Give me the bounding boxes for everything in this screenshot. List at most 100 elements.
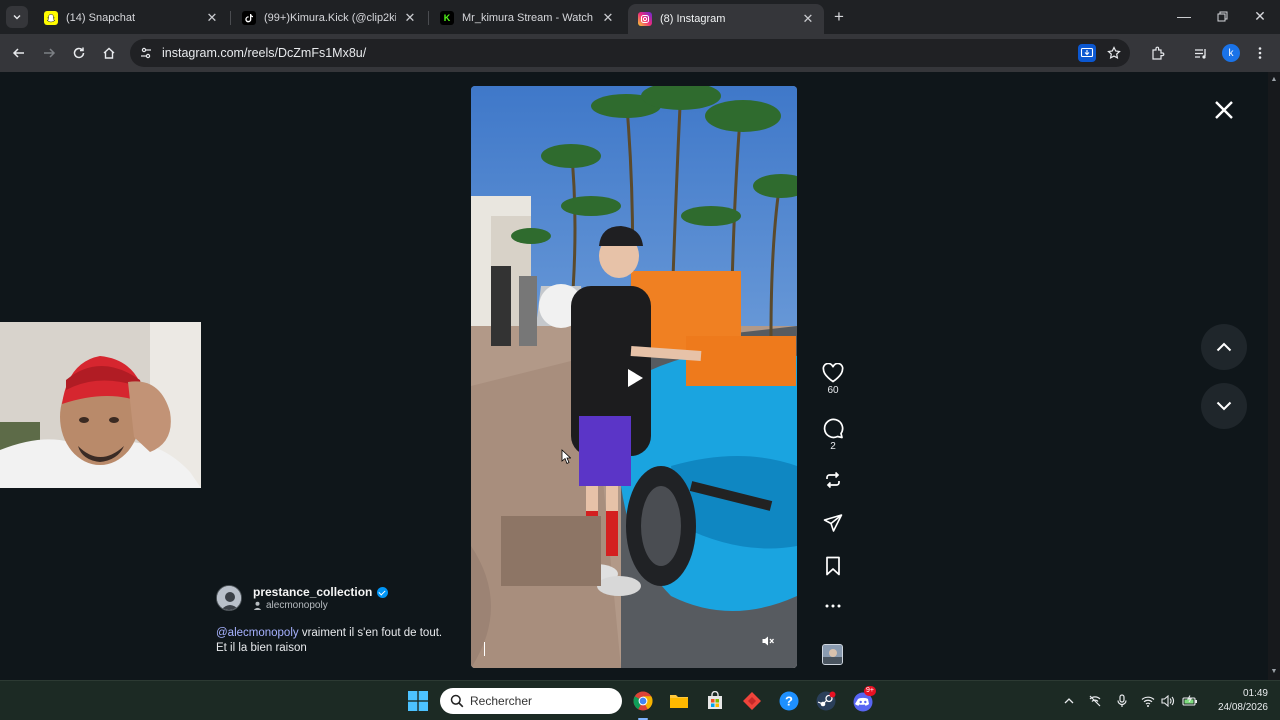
comment-count: 2 [830,441,836,452]
ms-store-button[interactable] [703,689,727,713]
tab-kick[interactable]: K Mr_kimura Stream - Watch Live ✕ [430,4,624,32]
search-icon [450,694,464,708]
file-explorer-button[interactable] [667,689,691,713]
scroll-up-arrow-icon[interactable]: ▲ [1270,76,1278,84]
home-button[interactable] [98,42,120,64]
install-app-icon[interactable] [1078,44,1096,62]
bookmark-icon [826,556,840,576]
author-username[interactable]: prestance_collection [253,585,372,599]
more-dots-icon [825,604,841,608]
close-reel-button[interactable] [1210,96,1238,124]
close-tab-icon[interactable]: ✕ [402,10,418,26]
caption-mention[interactable]: @alecmonopoly [216,627,299,639]
arrow-left-icon [12,48,24,58]
tab-title: (99+)Kimura.Kick (@clip2kimura [264,12,396,24]
collaborator-username[interactable]: alecmonopoly [266,600,328,611]
wifi-icon[interactable] [1140,693,1156,709]
webcam-overlay [0,322,201,488]
close-window-button[interactable]: ✕ [1242,4,1278,28]
taskbar-search[interactable]: Rechercher [440,688,622,714]
search-placeholder: Rechercher [470,694,533,708]
tab-title: (14) Snapchat [66,12,136,24]
discord-button[interactable]: 9+ [851,686,876,713]
anydesk-button[interactable] [740,689,764,713]
author-avatar[interactable] [216,585,242,611]
profile-avatar[interactable]: k [1222,44,1240,62]
heart-icon [822,363,844,383]
windows-taskbar: Rechercher ? 9+ 01:49 24/08/2026 [0,680,1280,720]
bookmark-star-icon[interactable] [1105,44,1123,62]
reel-caption: @alecmonopoly vraiment il s'en fout de t… [216,626,446,656]
windows-logo-icon [408,691,428,711]
steam-button[interactable] [814,689,838,713]
battery-charging-icon[interactable] [1182,693,1198,709]
chevron-down-icon [1216,401,1232,411]
site-info-icon[interactable] [138,45,154,61]
microphone-icon[interactable] [1114,693,1130,709]
tab-search-button[interactable] [6,6,28,28]
previous-reel-button[interactable] [1201,324,1247,370]
show-hidden-icons-chevron-up-icon[interactable] [1061,693,1077,709]
back-button[interactable] [8,42,30,64]
reload-button[interactable] [68,42,90,64]
snapchat-icon [44,11,58,25]
collaborator-row[interactable]: alecmonopoly [253,600,328,611]
more-menu-icon[interactable] [1250,43,1270,63]
browser-toolbar: instagram.com/reels/DcZmFs1Mx8u/ k [0,34,1280,72]
comment-icon [823,418,844,439]
start-button[interactable] [406,689,430,713]
instagram-reel-viewer: 60 2 prestance_collection alecmonopoly @… [0,72,1268,680]
author-username-row[interactable]: prestance_collection [253,585,389,599]
home-icon [103,47,115,59]
media-control-icon[interactable] [1190,43,1210,63]
restore-icon [1217,11,1227,21]
folder-icon [670,695,688,708]
url-text[interactable]: instagram.com/reels/DcZmFs1Mx8u/ [162,46,366,60]
volume-icon[interactable] [1160,693,1176,709]
forward-button[interactable] [38,42,60,64]
anydesk-icon [743,692,761,710]
save-action[interactable] [816,556,850,576]
tab-snapchat[interactable]: (14) Snapchat ✕ [34,4,228,32]
help-button[interactable]: ? [777,689,801,713]
instagram-icon [638,12,652,26]
extensions-icon[interactable] [1147,43,1167,63]
network-off-icon[interactable] [1087,693,1103,709]
share-action[interactable] [816,513,850,533]
repost-action[interactable] [816,470,850,490]
next-reel-button[interactable] [1201,383,1247,429]
like-action[interactable]: 60 [816,363,850,396]
clock-time: 01:49 [1242,688,1268,699]
more-options-action[interactable] [816,604,850,608]
audio-cover-image [823,645,842,664]
new-tab-button[interactable]: + [830,8,848,26]
chevron-down-icon [13,15,21,20]
audio-thumbnail[interactable] [822,644,843,665]
play-button[interactable] [622,366,646,390]
system-clock[interactable]: 01:49 24/08/2026 [1206,687,1268,715]
close-icon [1215,101,1233,119]
like-count: 60 [827,385,839,396]
tab-instagram[interactable]: (8) Instagram ✕ [628,4,824,34]
video-progress-indicator [484,642,485,656]
chrome-taskbar-button[interactable] [631,689,655,713]
repost-icon [826,471,840,489]
reel-video[interactable] [471,86,797,668]
tab-tiktok[interactable]: (99+)Kimura.Kick (@clip2kimura ✕ [232,4,426,32]
mouse-cursor-icon [561,449,571,465]
address-bar[interactable]: instagram.com/reels/DcZmFs1Mx8u/ [130,39,1130,67]
tab-divider [230,11,231,25]
page-scrollbar[interactable]: ▲ ▼ [1268,72,1280,680]
play-icon [628,369,643,387]
steam-icon [816,691,836,711]
close-tab-icon[interactable]: ✕ [600,10,616,26]
verified-badge-icon [377,586,389,598]
scroll-down-arrow-icon[interactable]: ▼ [1270,668,1278,676]
mute-button[interactable] [761,634,781,654]
author-avatar-image [217,586,241,610]
minimize-button[interactable]: — [1166,4,1202,28]
close-tab-icon[interactable]: ✕ [800,11,816,27]
comment-action[interactable]: 2 [816,417,850,452]
restore-button[interactable] [1204,4,1240,28]
close-tab-icon[interactable]: ✕ [204,10,220,26]
